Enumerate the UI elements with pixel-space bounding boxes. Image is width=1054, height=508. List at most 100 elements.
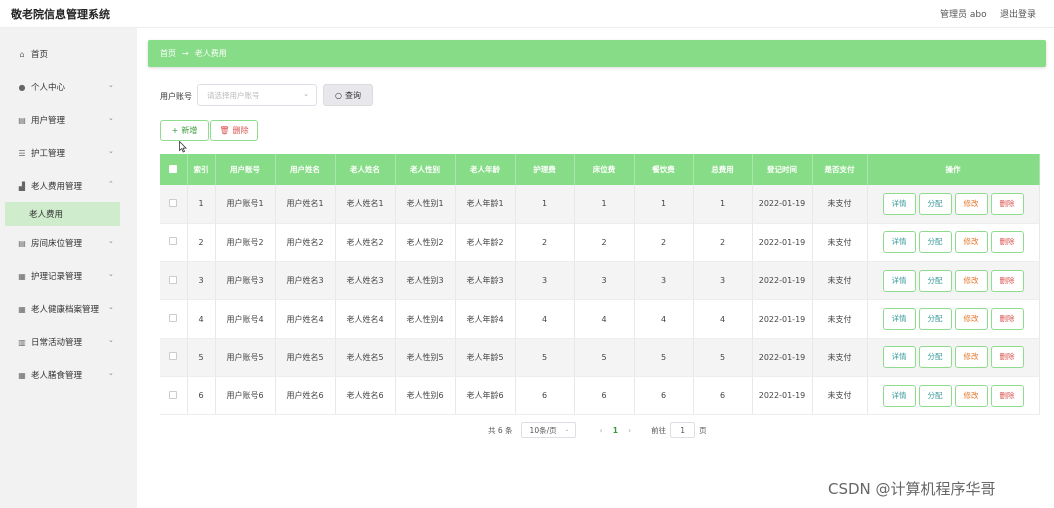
cell-elder-name: 老人姓名6 <box>335 376 396 416</box>
chevron-down-icon: ⌄ <box>303 90 309 98</box>
table-row: 4 用户账号4 用户姓名4 老人姓名4 老人性别4 老人年龄4 4 4 4 4 2022-01-19… <box>160 299 1040 339</box>
delete-button[interactable]: 删除 <box>990 308 1024 331</box>
sidebar-item-health-records[interactable]: ▦ 老人健康档案管理 ⌄ <box>0 298 137 320</box>
sidebar-item-personal-center[interactable]: ● 个人中心 ⌄ <box>0 76 137 98</box>
select-all-column[interactable] <box>160 154 188 185</box>
sidebar-item-care-records[interactable]: ▦ 护理记录管理 ⌄ <box>0 265 137 287</box>
breadcrumb-arrow-icon: → <box>182 49 189 58</box>
edit-button[interactable]: 修改 <box>954 346 988 369</box>
delete-button[interactable]: 删除 <box>990 192 1024 215</box>
cell-elder-name: 老人姓名2 <box>335 223 396 263</box>
cell-elder-name: 老人姓名4 <box>335 299 396 339</box>
edit-button[interactable]: 修改 <box>954 384 988 407</box>
cell-meal-fee: 3 <box>634 261 694 301</box>
edit-button[interactable]: 修改 <box>954 269 988 292</box>
row-select-cell[interactable] <box>160 261 188 301</box>
assign-button[interactable]: 分配 <box>918 231 952 254</box>
row-checkbox[interactable] <box>169 275 178 284</box>
column-header: 餐饮费 <box>634 154 694 185</box>
edit-button[interactable]: 修改 <box>954 192 988 215</box>
logout-link[interactable]: 退出登录 <box>1000 7 1036 20</box>
chevron-down-icon: ⌄ <box>564 426 570 433</box>
row-actions: 详情 分配 修改 删除 <box>867 299 1040 339</box>
delete-button[interactable]: 删除 <box>990 269 1024 292</box>
cell-care-fee: 4 <box>515 299 575 339</box>
detail-button[interactable]: 详情 <box>882 269 916 292</box>
sidebar-item-label: 个人中心 <box>31 83 66 93</box>
row-actions: 详情 分配 修改 删除 <box>867 185 1040 224</box>
sidebar-item-home[interactable]: ⌂ 首页 <box>0 43 137 65</box>
assign-button[interactable]: 分配 <box>918 308 952 331</box>
plus-icon: + <box>171 126 179 135</box>
sidebar-item-label: 老人健康档案管理 <box>31 305 100 315</box>
assign-button[interactable]: 分配 <box>918 384 952 407</box>
cell-meal-fee: 2 <box>634 223 694 263</box>
sidebar-subitem-elder-fee[interactable]: 老人费用 <box>5 202 120 226</box>
chevron-down-icon: ⌄ <box>108 147 114 155</box>
sidebar-item-meals[interactable]: ▦ 老人膳食管理 ⌄ <box>0 364 137 386</box>
edit-button[interactable]: 修改 <box>954 231 988 254</box>
add-button[interactable]: + 新增 <box>160 120 209 141</box>
cell-meal-fee: 4 <box>634 299 694 339</box>
sidebar-item-rooms-beds[interactable]: ▤ 房间床位管理 ⌄ <box>0 232 137 254</box>
cell-account: 用户账号4 <box>215 299 276 339</box>
home-icon: ⌂ <box>19 49 25 59</box>
goto-page-value: 1 <box>680 425 686 435</box>
cell-age: 老人年龄3 <box>455 261 516 301</box>
breadcrumb-home[interactable]: 首页 <box>160 48 176 59</box>
row-select-cell[interactable] <box>160 299 188 339</box>
detail-button[interactable]: 详情 <box>882 346 916 369</box>
detail-button[interactable]: 详情 <box>882 308 916 331</box>
cell-date: 2022-01-19 <box>752 376 813 416</box>
chevron-down-icon: ⌄ <box>108 303 114 311</box>
cell-index: 6 <box>187 376 216 416</box>
table-header-row: 索引 用户账号 用户姓名 老人姓名 老人性别 老人年龄 护理费 床位费 餐饮费 … <box>160 154 1040 185</box>
cell-user-name: 用户姓名4 <box>275 299 336 339</box>
detail-button[interactable]: 详情 <box>882 231 916 254</box>
batch-delete-button[interactable]: 🗑 删除 <box>210 120 258 141</box>
sidebar-item-caregivers[interactable]: ☰ 护工管理 ⌄ <box>0 142 137 164</box>
assign-button[interactable]: 分配 <box>918 192 952 215</box>
cell-total: 1 <box>693 185 753 224</box>
delete-button[interactable]: 删除 <box>990 346 1024 369</box>
sidebar-item-daily-activities[interactable]: ▥ 日常活动管理 ⌄ <box>0 331 137 353</box>
cell-paid: 未支付 <box>812 223 868 263</box>
cell-age: 老人年龄4 <box>455 299 516 339</box>
next-page-icon[interactable]: › <box>628 426 631 435</box>
row-checkbox[interactable] <box>169 237 178 246</box>
select-all-checkbox[interactable] <box>169 164 178 173</box>
cell-gender: 老人性别5 <box>395 338 456 377</box>
row-checkbox[interactable] <box>169 198 178 207</box>
chevron-up-icon: ⌃ <box>108 180 114 188</box>
row-checkbox[interactable] <box>169 352 178 361</box>
prev-page-icon[interactable]: ‹ <box>600 426 603 435</box>
goto-page-input[interactable]: 1 <box>670 422 696 438</box>
delete-button[interactable]: 删除 <box>990 231 1024 254</box>
sidebar-item-elder-fees[interactable]: ▟ 老人费用管理 ⌃ <box>0 175 137 197</box>
cell-total: 2 <box>693 223 753 263</box>
edit-button[interactable]: 修改 <box>954 308 988 331</box>
row-select-cell[interactable] <box>160 223 188 263</box>
assign-button[interactable]: 分配 <box>918 269 952 292</box>
column-header: 操作 <box>867 154 1040 185</box>
row-select-cell[interactable] <box>160 338 188 377</box>
cell-bed-fee: 2 <box>574 223 635 263</box>
mouse-cursor-icon <box>179 141 187 153</box>
detail-button[interactable]: 详情 <box>882 192 916 215</box>
account-select[interactable]: 请选择用户账号 ⌄ <box>197 84 317 106</box>
detail-button[interactable]: 详情 <box>882 384 916 407</box>
row-select-cell[interactable] <box>160 185 188 224</box>
sidebar-item-users[interactable]: ▤ 用户管理 ⌄ <box>0 109 137 131</box>
search-label: 用户账号 <box>160 92 192 101</box>
assign-button[interactable]: 分配 <box>918 346 952 369</box>
query-button[interactable]: ○ 查询 <box>323 84 373 106</box>
row-select-cell[interactable] <box>160 376 188 416</box>
page-number-current[interactable]: 1 <box>613 426 618 435</box>
cell-total: 5 <box>693 338 753 377</box>
page-size-select[interactable]: 10条/页 ⌄ <box>520 422 576 438</box>
row-checkbox[interactable] <box>169 314 178 323</box>
row-checkbox[interactable] <box>169 390 178 399</box>
chart-icon: ▟ <box>18 181 26 191</box>
column-header: 用户姓名 <box>275 154 336 185</box>
delete-button[interactable]: 删除 <box>990 384 1024 407</box>
